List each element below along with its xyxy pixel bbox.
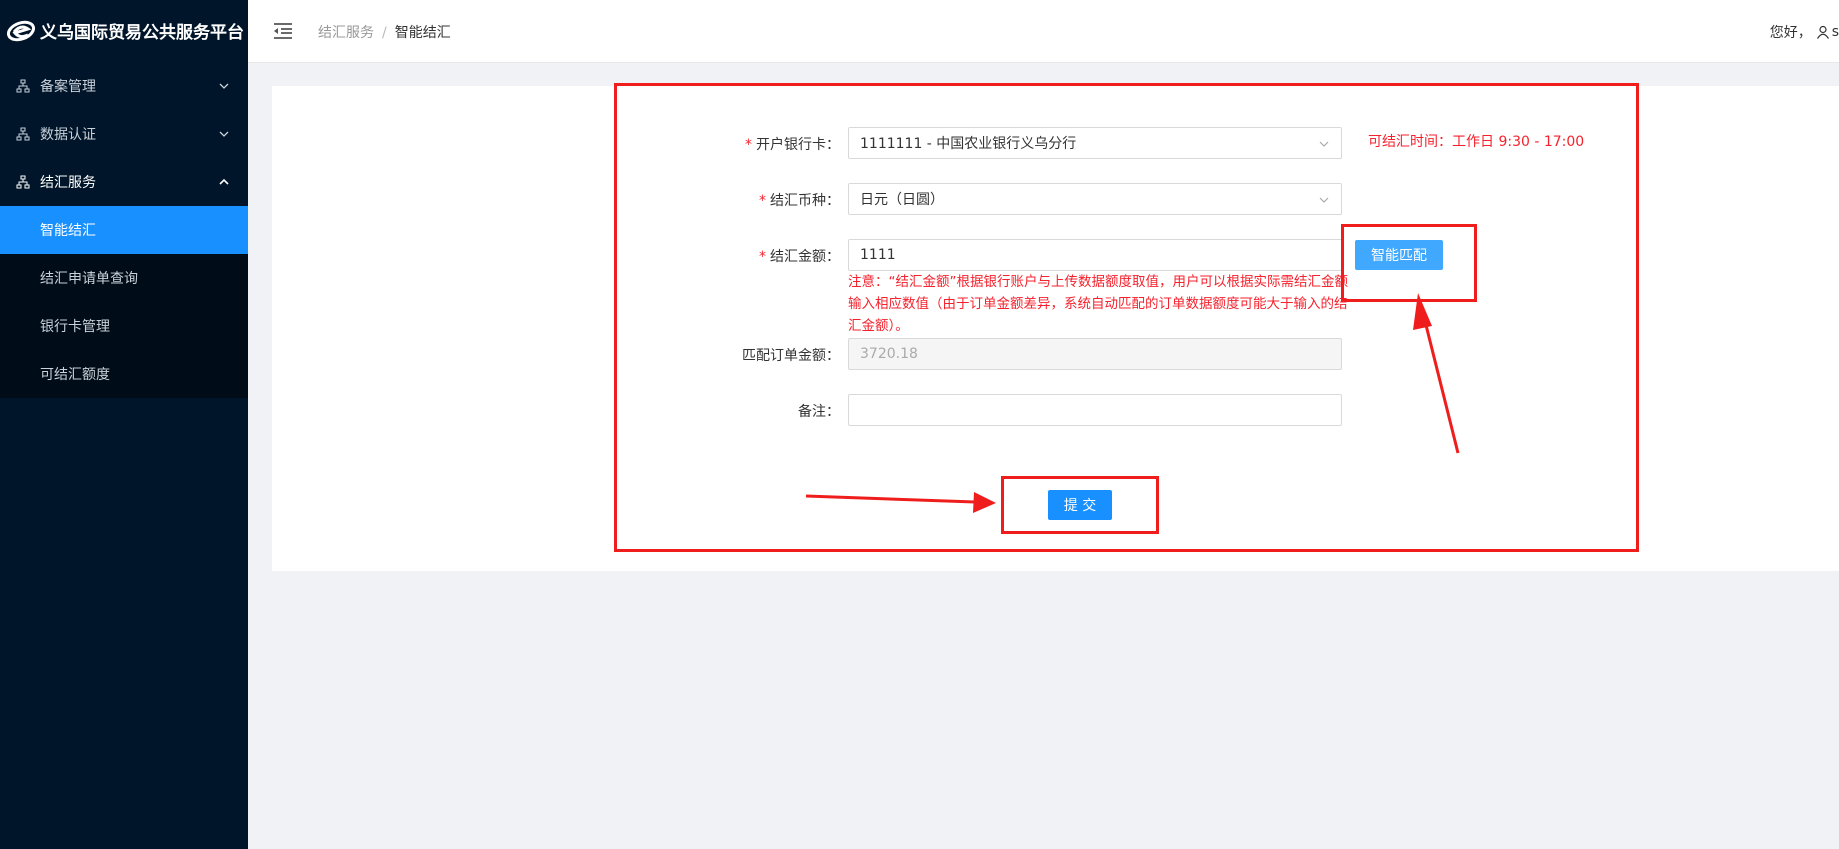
- chevron-up-icon: [219, 178, 229, 185]
- settlement-submenu: 智能结汇 结汇申请单查询 银行卡管理 可结汇额度: [0, 206, 248, 398]
- sidebar: 义乌国际贸易公共服务平台 备案管理 数据认证 结汇服务 智能结汇 结汇申请单查询…: [0, 0, 248, 849]
- app-logo[interactable]: 义乌国际贸易公共服务平台: [6, 14, 244, 46]
- sitemap-icon: [16, 175, 30, 189]
- username: s: [1831, 24, 1839, 40]
- app-title: 义乌国际贸易公共服务平台: [40, 22, 244, 43]
- menu-fold-icon[interactable]: [272, 20, 294, 42]
- breadcrumb: 结汇服务 / 智能结汇: [318, 22, 451, 42]
- greeting-text: 您好，: [1769, 25, 1812, 41]
- menu-item-label: 数据认证: [40, 127, 96, 143]
- menu-item-label: 备案管理: [40, 79, 96, 95]
- submenu-item-quota[interactable]: 可结汇额度: [0, 350, 248, 398]
- sitemap-icon: [16, 79, 30, 93]
- annotation-submit-frame: [1001, 476, 1159, 534]
- logo-icon: [6, 20, 36, 42]
- menu-item-label: 结汇服务: [40, 175, 96, 191]
- breadcrumb-item[interactable]: 结汇服务: [318, 25, 374, 41]
- menu-item-data-auth[interactable]: 数据认证: [0, 110, 248, 158]
- sitemap-icon: [16, 127, 30, 141]
- top-header: 结汇服务 / 智能结汇 您好， s: [248, 0, 1839, 63]
- breadcrumb-current: 智能结汇: [394, 25, 451, 41]
- user-icon: [1816, 25, 1829, 39]
- annotation-match-frame: [1341, 224, 1477, 302]
- submenu-item-bank-card[interactable]: 银行卡管理: [0, 302, 248, 350]
- chevron-down-icon: [219, 131, 229, 137]
- submenu-item-application-query[interactable]: 结汇申请单查询: [0, 254, 248, 302]
- sidebar-menu: 备案管理 数据认证 结汇服务 智能结汇 结汇申请单查询 银行卡管理 可结汇额度: [0, 62, 248, 398]
- submenu-item-smart-settlement[interactable]: 智能结汇: [0, 206, 248, 254]
- menu-item-filing[interactable]: 备案管理: [0, 62, 248, 110]
- user-greeting[interactable]: 您好， s: [1770, 22, 1839, 42]
- menu-item-settlement[interactable]: 结汇服务: [0, 158, 248, 206]
- breadcrumb-separator: /: [382, 25, 387, 41]
- chevron-down-icon: [219, 83, 229, 89]
